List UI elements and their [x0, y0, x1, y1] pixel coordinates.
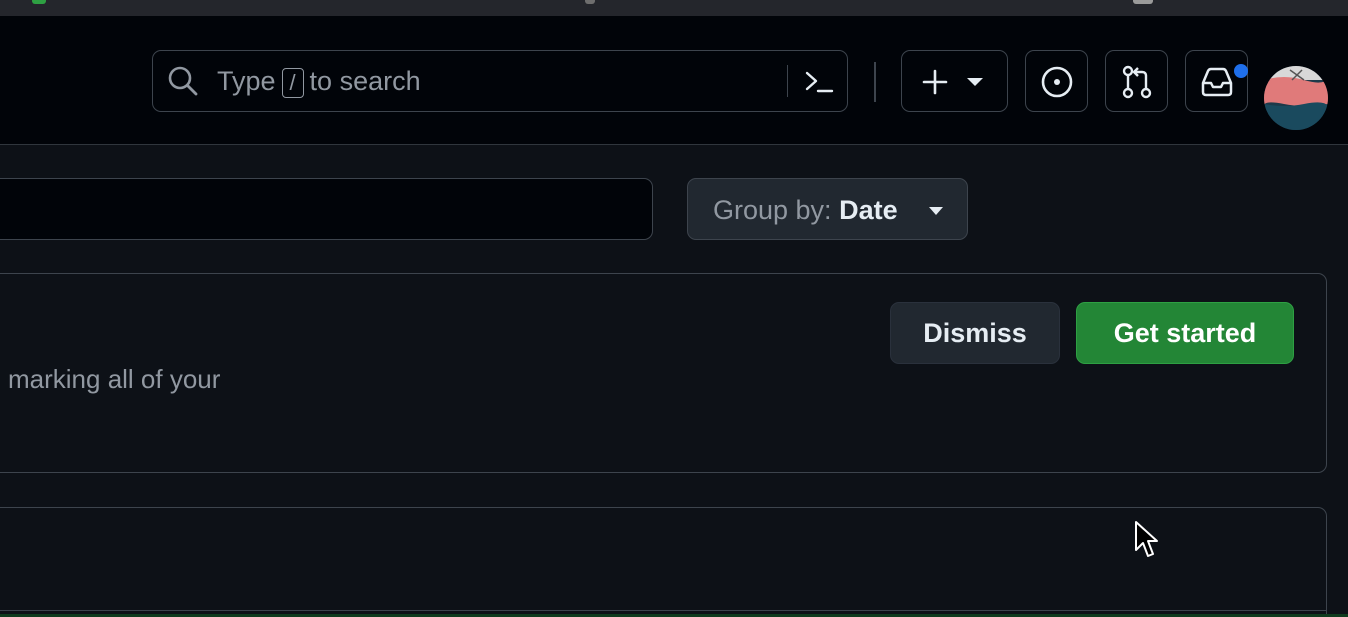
- notifications-list: [0, 507, 1327, 617]
- banner-description: marking all of your: [8, 364, 221, 394]
- header-divider: [874, 62, 876, 102]
- unread-notification-dot: [1234, 64, 1248, 78]
- dismiss-button[interactable]: Dismiss: [890, 302, 1060, 364]
- issues-button[interactable]: [1025, 50, 1088, 112]
- browser-tab-strip: [0, 0, 1348, 16]
- group-by-value: Date: [839, 195, 898, 225]
- search-placeholder: Type / to search: [217, 65, 421, 98]
- group-by-label: Group by:: [713, 195, 832, 225]
- triangle-down-icon: [967, 78, 983, 86]
- get-started-button[interactable]: Get started: [1076, 302, 1294, 364]
- slash-shortcut-key: /: [281, 67, 304, 98]
- list-row-divider: [0, 610, 1326, 611]
- page: Type / to search Group by: Date marking …: [0, 0, 1348, 617]
- avatar-image: [1264, 66, 1328, 130]
- search-divider: [787, 65, 788, 97]
- plus-icon: [922, 69, 948, 95]
- group-by-label-wrap: Group by: Date: [713, 194, 898, 226]
- tab-favicon[interactable]: [585, 0, 595, 4]
- pull-requests-button[interactable]: [1105, 50, 1168, 112]
- search-input[interactable]: Type / to search: [152, 50, 848, 112]
- user-avatar[interactable]: [1264, 66, 1328, 130]
- inbox-icon: [1201, 67, 1233, 97]
- terminal-icon[interactable]: [803, 66, 835, 98]
- issue-opened-icon: [1041, 66, 1073, 98]
- tab-favicon[interactable]: [1133, 0, 1153, 4]
- tab-favicon[interactable]: [32, 0, 46, 4]
- create-new-button[interactable]: [901, 50, 1008, 112]
- group-by-dropdown[interactable]: Group by: Date: [687, 178, 968, 240]
- inbox-button[interactable]: [1185, 50, 1248, 112]
- filter-input[interactable]: [0, 178, 653, 240]
- git-pull-request-icon: [1122, 65, 1152, 99]
- global-header: Type / to search: [0, 16, 1348, 145]
- mouse-cursor-icon: [1135, 521, 1158, 557]
- search-icon: [168, 66, 198, 96]
- triangle-down-icon: [929, 207, 943, 215]
- search-placeholder-prefix: Type: [217, 66, 276, 96]
- search-placeholder-suffix: to search: [309, 66, 421, 96]
